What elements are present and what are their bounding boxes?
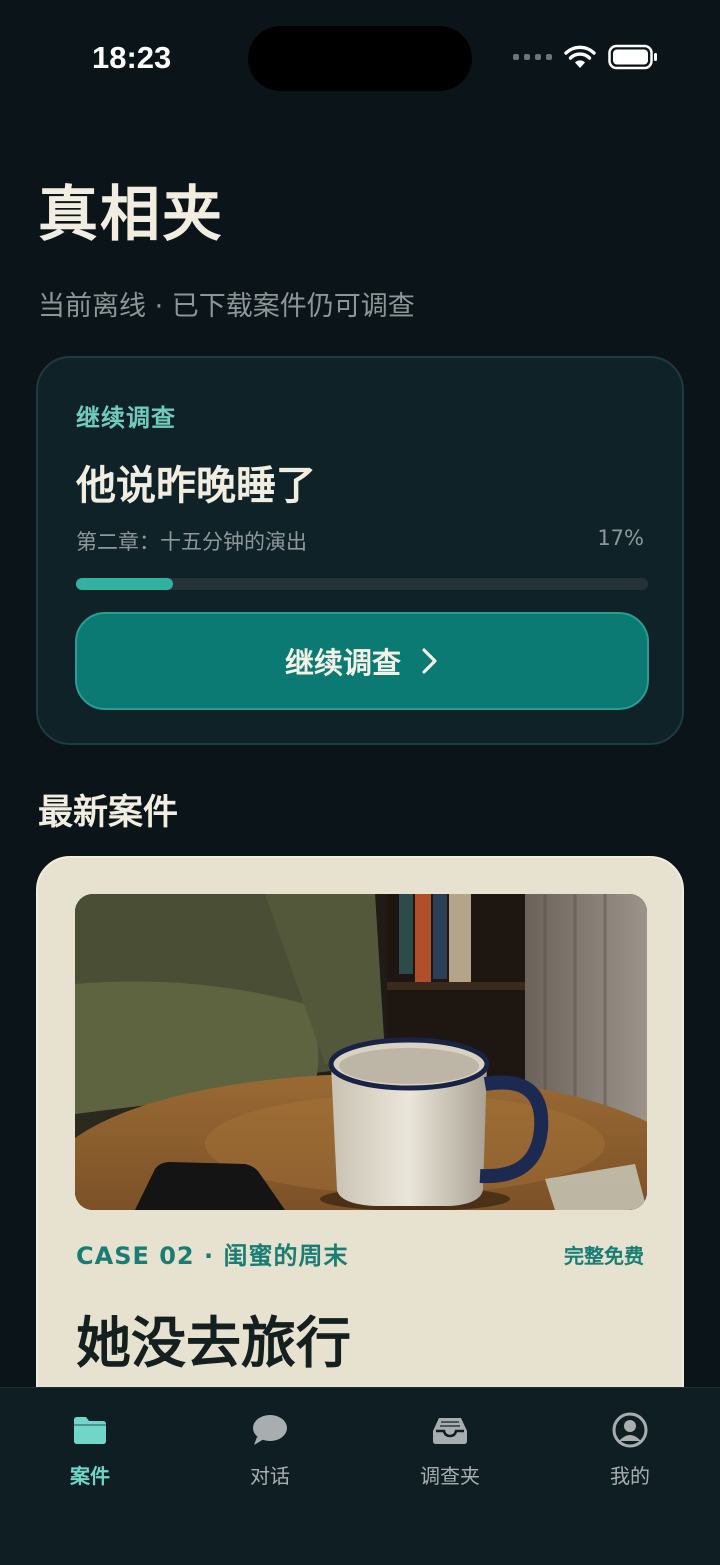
continue-investigation-card[interactable]: 继续调查 他说昨晚睡了 第二章：十五分钟的演出 17% 继续调查 [36, 356, 684, 745]
cellular-signal-icon [513, 54, 552, 60]
chevron-right-icon [422, 648, 437, 674]
offline-status-text: 当前离线 · 已下载案件仍可调查 [38, 291, 415, 322]
dynamic-island [248, 26, 472, 91]
tab-bar: 案件 对话 调查夹 我的 [0, 1387, 720, 1565]
progress-fill [76, 578, 174, 590]
wifi-icon [564, 45, 596, 68]
folder-icon [70, 1410, 110, 1450]
battery-icon [608, 44, 657, 70]
card-eyebrow: 继续调查 [76, 404, 176, 432]
tab-chat[interactable]: 对话 [210, 1410, 330, 1489]
case-meta: CASE 02 · 闺蜜的周末 [76, 1242, 349, 1270]
free-badge: 完整免费 [564, 1244, 644, 1268]
tab-profile[interactable]: 我的 [570, 1410, 690, 1489]
chapter-label: 第二章：十五分钟的演出 [76, 530, 307, 554]
continue-investigation-button[interactable]: 继续调查 [75, 612, 649, 710]
case-cover-image [75, 894, 647, 1210]
tab-evidence-folder[interactable]: 调查夹 [390, 1410, 510, 1489]
tab-label: 我的 [610, 1464, 650, 1488]
status-bar: 18:23 [0, 0, 720, 120]
tab-label: 案件 [70, 1464, 110, 1488]
tab-cases[interactable]: 案件 [30, 1410, 150, 1489]
chat-bubble-icon [250, 1410, 290, 1450]
tab-label: 对话 [250, 1464, 290, 1488]
status-icons [513, 44, 658, 70]
progress-bar [76, 578, 648, 590]
case-title: 她没去旅行 [76, 1311, 352, 1375]
inbox-tray-icon [430, 1410, 470, 1450]
progress-percent: 17% [597, 526, 644, 550]
case-title: 他说昨晚睡了 [76, 463, 316, 509]
page-title: 真相夹 [38, 180, 224, 250]
case-card[interactable]: CASE 02 · 闺蜜的周末 完整免费 她没去旅行 [36, 856, 684, 1476]
continue-button-label: 继续调查 [284, 646, 401, 680]
latest-cases-heading: 最新案件 [38, 793, 179, 833]
tab-label: 调查夹 [420, 1464, 480, 1488]
status-time: 18:23 [92, 40, 172, 75]
user-circle-icon [610, 1410, 650, 1450]
